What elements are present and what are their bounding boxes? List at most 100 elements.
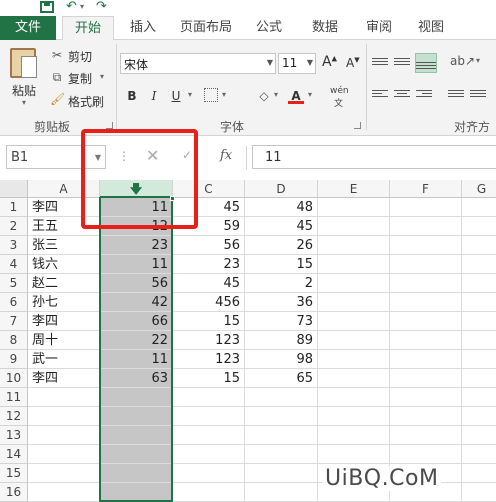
cell-c9[interactable]: 123: [173, 350, 245, 369]
cell-g6[interactable]: [462, 293, 496, 312]
fill-dropdown-icon[interactable]: ▾: [274, 90, 278, 99]
cell-a14[interactable]: [28, 445, 100, 464]
cell-e12[interactable]: [318, 407, 390, 426]
cell-a7[interactable]: 李四: [28, 312, 100, 331]
cell-c2[interactable]: 59: [173, 217, 245, 236]
cell-g3[interactable]: [462, 236, 496, 255]
cell-a12[interactable]: [28, 407, 100, 426]
cell-e14[interactable]: [318, 445, 390, 464]
underline-dropdown-icon[interactable]: ▾: [188, 90, 192, 99]
cell-a1[interactable]: 李四: [28, 198, 100, 217]
cell-b11[interactable]: [100, 388, 173, 407]
cell-d9[interactable]: 98: [245, 350, 318, 369]
cell-a10[interactable]: 李四: [28, 369, 100, 388]
row-header[interactable]: 11: [0, 388, 28, 407]
undo-icon[interactable]: ↶: [66, 0, 80, 13]
cell-a3[interactable]: 张三: [28, 236, 100, 255]
cell-d7[interactable]: 73: [245, 312, 318, 331]
cell-c1[interactable]: 45: [173, 198, 245, 217]
tab-home[interactable]: 开始: [62, 16, 114, 41]
italic-button[interactable]: I: [146, 88, 162, 104]
align-middle-icon[interactable]: [394, 56, 410, 70]
fill-color-icon[interactable]: ◇: [256, 88, 272, 104]
cell-c5[interactable]: 45: [173, 274, 245, 293]
cell-d16[interactable]: [245, 483, 318, 502]
cell-a15[interactable]: [28, 464, 100, 483]
cell-c4[interactable]: 23: [173, 255, 245, 274]
cell-d8[interactable]: 89: [245, 331, 318, 350]
cell-g15[interactable]: [462, 464, 496, 483]
cell-a8[interactable]: 周十: [28, 331, 100, 350]
cell-g7[interactable]: [462, 312, 496, 331]
row-header[interactable]: 2: [0, 217, 28, 236]
cell-g12[interactable]: [462, 407, 496, 426]
tab-file[interactable]: 文件: [0, 16, 56, 40]
row-header[interactable]: 12: [0, 407, 28, 426]
cell-c12[interactable]: [173, 407, 245, 426]
cell-d4[interactable]: 15: [245, 255, 318, 274]
worksheet-grid[interactable]: A🡇BCDEFG1李四1145482王五1259453张三2356264钱六11…: [0, 180, 496, 502]
row-header[interactable]: 7: [0, 312, 28, 331]
cell-b8[interactable]: 22: [100, 331, 173, 350]
align-left-icon[interactable]: [372, 88, 388, 102]
column-header-g[interactable]: G: [462, 180, 496, 198]
format-painter-button[interactable]: 格式刷: [68, 93, 104, 110]
cell-e7[interactable]: [318, 312, 390, 331]
cell-g1[interactable]: [462, 198, 496, 217]
column-header-c[interactable]: C: [173, 180, 245, 198]
font-color-icon[interactable]: A: [288, 88, 304, 104]
undo-dropdown-icon[interactable]: ▾: [80, 2, 84, 11]
cell-b12[interactable]: [100, 407, 173, 426]
cell-b9[interactable]: 11: [100, 350, 173, 369]
cell-c13[interactable]: [173, 426, 245, 445]
row-header[interactable]: 5: [0, 274, 28, 293]
cell-c15[interactable]: [173, 464, 245, 483]
cell-f12[interactable]: [390, 407, 462, 426]
cell-a9[interactable]: 武一: [28, 350, 100, 369]
align-top-icon[interactable]: [372, 56, 388, 70]
cell-e6[interactable]: [318, 293, 390, 312]
font-launcher-icon[interactable]: [354, 122, 361, 129]
cell-e5[interactable]: [318, 274, 390, 293]
cell-c14[interactable]: [173, 445, 245, 464]
cell-d6[interactable]: 36: [245, 293, 318, 312]
cell-b16[interactable]: [100, 483, 173, 502]
row-header[interactable]: 6: [0, 293, 28, 312]
column-header-f[interactable]: F: [390, 180, 462, 198]
select-all-corner[interactable]: [0, 180, 28, 198]
cell-d12[interactable]: [245, 407, 318, 426]
cell-g5[interactable]: [462, 274, 496, 293]
row-header[interactable]: 8: [0, 331, 28, 350]
cell-f9[interactable]: [390, 350, 462, 369]
increase-font-icon[interactable]: A▲: [322, 54, 337, 70]
cell-g10[interactable]: [462, 369, 496, 388]
cell-f2[interactable]: [390, 217, 462, 236]
cell-f4[interactable]: [390, 255, 462, 274]
cell-b5[interactable]: 56: [100, 274, 173, 293]
cell-c7[interactable]: 15: [173, 312, 245, 331]
cell-b13[interactable]: [100, 426, 173, 445]
cell-b15[interactable]: [100, 464, 173, 483]
cell-f7[interactable]: [390, 312, 462, 331]
increase-indent-icon[interactable]: [470, 88, 486, 102]
cell-a11[interactable]: [28, 388, 100, 407]
paste-icon[interactable]: [10, 48, 37, 78]
column-header-a[interactable]: A: [28, 180, 100, 198]
borders-icon[interactable]: [204, 88, 218, 102]
cell-e2[interactable]: [318, 217, 390, 236]
cell-e11[interactable]: [318, 388, 390, 407]
cell-a2[interactable]: 王五: [28, 217, 100, 236]
cut-button[interactable]: 剪切: [68, 48, 92, 65]
borders-dropdown-icon[interactable]: ▾: [222, 90, 226, 99]
cell-a16[interactable]: [28, 483, 100, 502]
font-size-select[interactable]: 11 ▼: [278, 53, 316, 74]
cell-f5[interactable]: [390, 274, 462, 293]
copy-button[interactable]: 复制: [68, 70, 92, 87]
align-right-icon[interactable]: [416, 88, 432, 102]
row-header[interactable]: 1: [0, 198, 28, 217]
decrease-indent-icon[interactable]: [448, 88, 464, 102]
cell-g16[interactable]: [462, 483, 496, 502]
cell-g4[interactable]: [462, 255, 496, 274]
align-bottom-icon[interactable]: [415, 53, 437, 73]
paste-button[interactable]: 粘贴: [12, 82, 36, 99]
